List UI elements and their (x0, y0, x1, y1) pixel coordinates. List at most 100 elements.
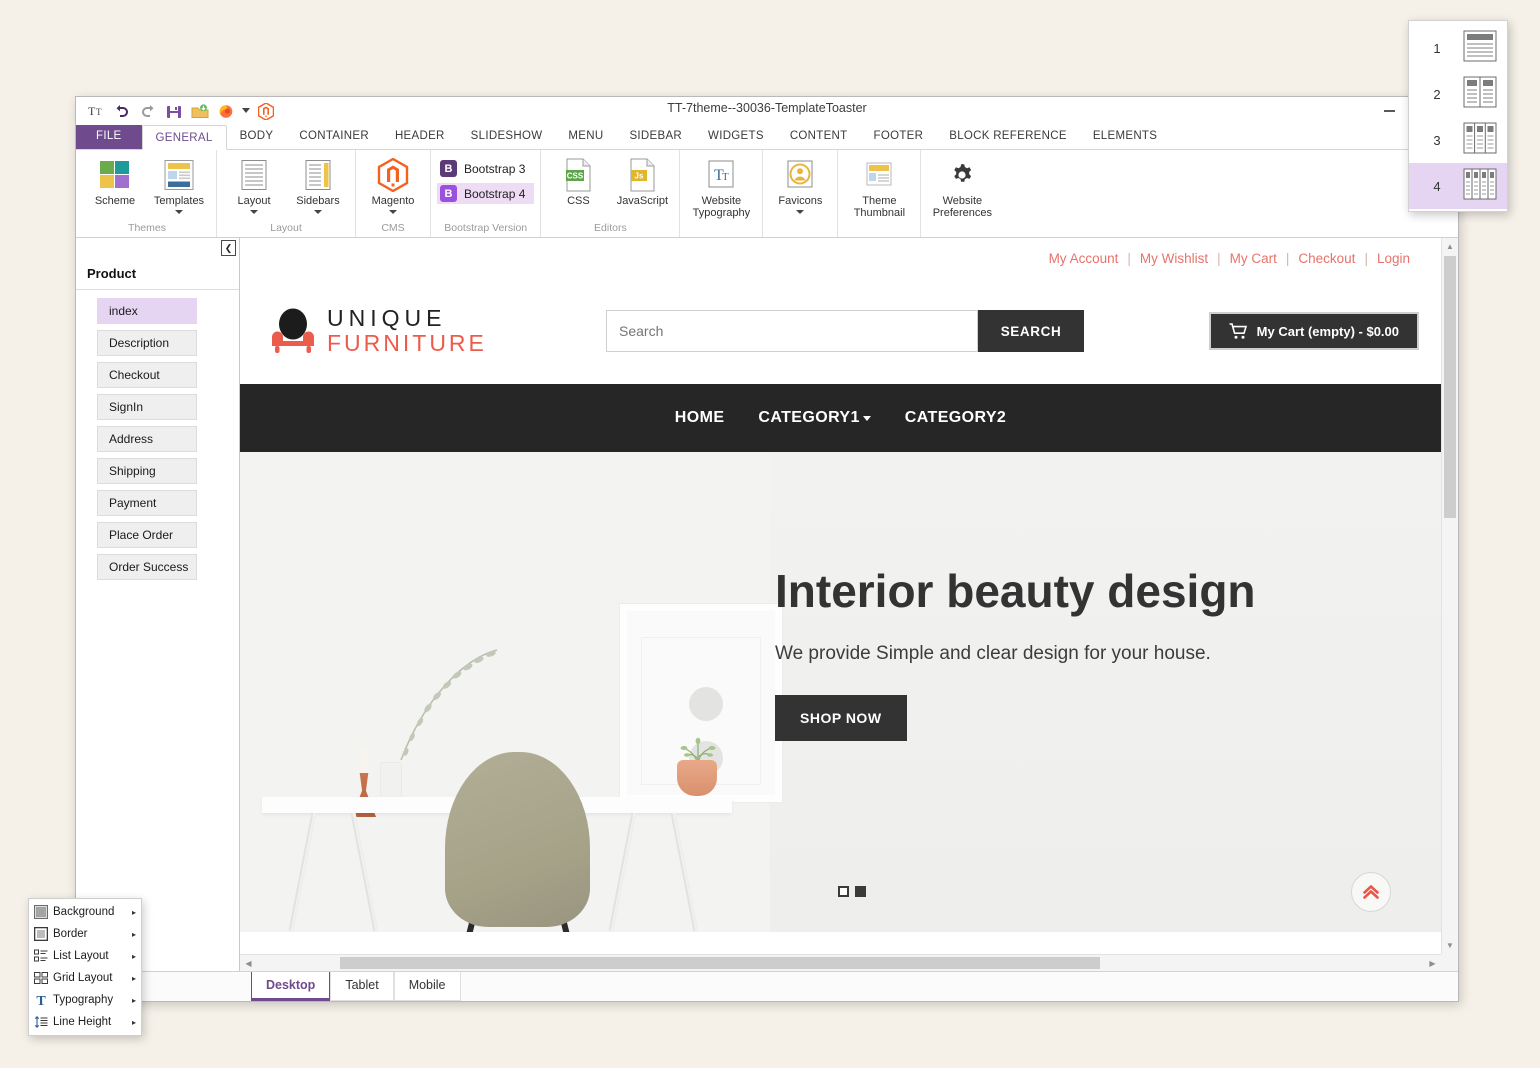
shop-now-button[interactable]: SHOP NOW (775, 695, 907, 742)
theme-thumbnail-button[interactable]: Theme Thumbnail (844, 154, 914, 219)
context-item-grid-layout[interactable]: Grid Layout ▸ (29, 967, 141, 989)
ribbon-tab-block-reference[interactable]: BLOCK REFERENCE (936, 124, 1080, 149)
nav-item-home[interactable]: HOME (675, 409, 725, 427)
minimize-icon[interactable] (1366, 97, 1412, 125)
search-button[interactable]: SEARCH (978, 310, 1084, 352)
column-count-dropdown: 1 2 3 4 (1408, 20, 1508, 212)
link-my-wishlist[interactable]: My Wishlist (1131, 251, 1217, 266)
ribbon-tab-file[interactable]: FILE (76, 124, 142, 149)
save-icon[interactable] (162, 100, 186, 122)
website-preview: My Account | My Wishlist | My Cart | Che… (240, 238, 1441, 954)
scroll-right-arrow-icon[interactable]: ▶ (1424, 959, 1441, 968)
magento-caret-icon[interactable] (389, 210, 397, 214)
page-item-checkout[interactable]: Checkout (97, 362, 197, 388)
export-icon[interactable] (188, 100, 212, 122)
scroll-left-arrow-icon[interactable]: ◀ (240, 959, 257, 968)
ribbon-tab-sidebar[interactable]: SIDEBAR (616, 124, 695, 149)
horizontal-scrollbar-thumb[interactable] (340, 957, 1100, 969)
column-option-3[interactable]: 3 (1409, 117, 1507, 163)
ribbon-tab-elements[interactable]: ELEMENTS (1080, 124, 1170, 149)
context-item-border[interactable]: Border ▸ (29, 923, 141, 945)
slide-indicator-2[interactable] (855, 886, 866, 897)
context-item-list-layout[interactable]: List Layout ▸ (29, 945, 141, 967)
column-option-2[interactable]: 2 (1409, 71, 1507, 117)
css-editor-button[interactable]: CSS CSS (547, 154, 609, 207)
favicons-button[interactable]: Favicons (769, 154, 831, 214)
scroll-to-top-button[interactable] (1351, 872, 1391, 912)
javascript-editor-button[interactable]: Js JavaScript (611, 154, 673, 207)
column-option-4[interactable]: 4 (1409, 163, 1507, 209)
page-item-order-success[interactable]: Order Success (97, 554, 197, 580)
templates-caret-icon[interactable] (175, 210, 183, 214)
typography-icon[interactable]: TT (84, 100, 108, 122)
context-item-typography[interactable]: T Typography ▸ (29, 989, 141, 1011)
ribbon-tab-header[interactable]: HEADER (382, 124, 458, 149)
layout-caret-icon[interactable] (250, 210, 258, 214)
two-column-icon (1463, 76, 1497, 113)
page-item-payment[interactable]: Payment (97, 490, 197, 516)
site-logo[interactable]: UNIQUE FURNITURE (268, 306, 598, 356)
canvas-vertical-scrollbar[interactable]: ▲ ▼ (1441, 238, 1458, 954)
device-tab-mobile[interactable]: Mobile (393, 972, 461, 1001)
magento-cms-button[interactable]: Magento (362, 154, 424, 214)
firefox-preview-icon[interactable] (214, 100, 238, 122)
favicons-caret-icon[interactable] (796, 210, 805, 214)
context-item-line-height[interactable]: Line Height ▸ (29, 1011, 141, 1033)
submenu-arrow-icon: ▸ (131, 907, 136, 917)
magento-icon (377, 157, 409, 193)
page-item-description[interactable]: Description (97, 330, 197, 356)
ribbon-tab-content[interactable]: CONTENT (777, 124, 861, 149)
scroll-down-arrow-icon[interactable]: ▼ (1442, 937, 1458, 954)
ribbon-group-label-thumbnail (844, 234, 914, 235)
scroll-up-arrow-icon[interactable]: ▲ (1442, 238, 1458, 255)
title-bar: TT TT-7theme--30036-TemplateToaster (76, 97, 1458, 125)
link-login[interactable]: Login (1368, 251, 1419, 266)
sidebars-caret-icon[interactable] (314, 210, 322, 214)
context-item-background[interactable]: Background ▸ (29, 901, 141, 923)
device-tab-tablet[interactable]: Tablet (330, 972, 394, 1001)
ribbon-tab-general[interactable]: GENERAL (141, 125, 227, 150)
nav-item-category1[interactable]: CATEGORY1 (758, 409, 871, 427)
page-item-shipping[interactable]: Shipping (97, 458, 197, 484)
page-item-place-order[interactable]: Place Order (97, 522, 197, 548)
ribbon-tab-container[interactable]: CONTAINER (286, 124, 382, 149)
column-option-3-label: 3 (1433, 132, 1441, 148)
website-preferences-button[interactable]: Website Preferences (927, 154, 997, 219)
bootstrap-badge-icon: B (440, 185, 457, 202)
link-my-account[interactable]: My Account (1040, 251, 1128, 266)
three-column-icon (1463, 122, 1497, 159)
vertical-scrollbar-thumb[interactable] (1444, 256, 1456, 518)
column-option-1[interactable]: 1 (1409, 25, 1507, 71)
device-tab-desktop[interactable]: Desktop (251, 972, 331, 1001)
search-input[interactable] (606, 310, 978, 352)
link-my-cart[interactable]: My Cart (1221, 251, 1286, 266)
link-checkout[interactable]: Checkout (1289, 251, 1364, 266)
sidebars-button[interactable]: Sidebars (287, 154, 349, 214)
preview-dropdown-caret-icon[interactable] (240, 100, 252, 122)
layout-button[interactable]: Layout (223, 154, 285, 214)
templates-button[interactable]: Templates (148, 154, 210, 214)
ribbon-tab-footer[interactable]: FOOTER (861, 124, 937, 149)
ribbon-tab-slideshow[interactable]: SLIDESHOW (458, 124, 556, 149)
nav-item-category2[interactable]: CATEGORY2 (905, 409, 1006, 427)
magento-icon[interactable] (254, 100, 278, 122)
ribbon-tab-menu[interactable]: MENU (555, 124, 616, 149)
bootstrap-3-option[interactable]: B Bootstrap 3 (437, 158, 534, 179)
canvas-horizontal-scrollbar[interactable]: ◀ ▶ (240, 954, 1441, 971)
page-item-address[interactable]: Address (97, 426, 197, 452)
chevron-left-icon[interactable]: ❮ (221, 240, 236, 256)
svg-text:T: T (96, 107, 102, 117)
cart-button[interactable]: My Cart (empty) - $0.00 (1208, 312, 1419, 350)
favicons-label: Favicons (778, 195, 823, 207)
page-item-signin[interactable]: SignIn (97, 394, 197, 420)
website-typography-button[interactable]: T T Website Typography (686, 154, 756, 219)
scheme-button[interactable]: Scheme (84, 154, 146, 207)
redo-icon[interactable] (136, 100, 160, 122)
ribbon-tab-body[interactable]: BODY (227, 124, 287, 149)
ribbon-tab-widgets[interactable]: WIDGETS (695, 124, 777, 149)
slide-indicator-1[interactable] (838, 886, 849, 897)
undo-icon[interactable] (110, 100, 134, 122)
bootstrap-4-option[interactable]: B Bootstrap 4 (437, 183, 535, 204)
css-label: CSS (567, 195, 590, 207)
page-item-index[interactable]: index (97, 298, 197, 324)
